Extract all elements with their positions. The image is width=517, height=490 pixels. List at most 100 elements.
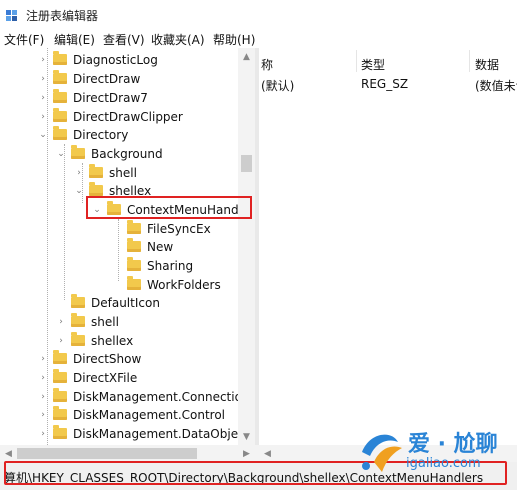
folder-icon (53, 126, 67, 140)
folder-icon (71, 332, 85, 346)
tree-node[interactable]: › DirectDraw7 (37, 88, 148, 107)
expand-chevron-icon[interactable]: › (37, 405, 49, 424)
tree-node[interactable]: › shellex (55, 331, 133, 350)
tree-node-label: shell (91, 314, 119, 329)
column-header-data[interactable]: 数据 (475, 56, 499, 73)
registry-tree[interactable]: › DiagnosticLog › DirectDraw › DirectDra… (0, 48, 255, 445)
folder-icon (53, 369, 67, 383)
scroll-up-icon[interactable]: ▲ (238, 48, 255, 65)
tree-node[interactable]: › shell (73, 163, 137, 182)
tree-node[interactable]: › DirectXFile (37, 368, 137, 387)
tree-node-label: WorkFolders (147, 277, 221, 292)
tree-node-label: DirectDraw7 (73, 90, 148, 105)
expand-chevron-icon[interactable]: › (55, 331, 67, 350)
menu-edit[interactable]: 编辑(E) (54, 31, 95, 48)
tree-node[interactable]: New (111, 237, 173, 256)
scroll-right-icon[interactable]: ▶ (238, 445, 255, 462)
folder-icon (53, 406, 67, 420)
highlight-context-menu-handlers (86, 196, 252, 219)
expand-chevron-icon[interactable]: › (73, 163, 85, 182)
tree-node-label: Directory (73, 127, 129, 142)
tree-node-label: DiskManagement.Control (73, 407, 226, 422)
scroll-left-icon[interactable]: ◀ (259, 445, 276, 462)
folder-icon (53, 425, 67, 439)
collapse-chevron-icon[interactable]: ⌄ (55, 144, 67, 163)
tree-node-label: DirectShow (73, 351, 142, 366)
folder-icon (53, 51, 67, 65)
value-data: (数值未设 (475, 79, 517, 93)
folder-icon (89, 182, 103, 196)
expand-chevron-icon[interactable]: › (37, 349, 49, 368)
tree-node-label: DiskManagement.DataObject (73, 426, 250, 441)
folder-icon (53, 89, 67, 103)
tree-node-label: DiagnosticLog (73, 52, 158, 67)
tree-node[interactable]: DefaultIcon (55, 293, 160, 312)
scroll-down-icon[interactable]: ▼ (238, 428, 255, 445)
expand-chevron-icon[interactable]: › (37, 107, 49, 126)
scroll-thumb[interactable] (17, 448, 197, 459)
tree-node[interactable]: Sharing (111, 256, 193, 275)
menu-help[interactable]: 帮助(H) (213, 31, 255, 48)
expand-chevron-icon[interactable]: › (37, 88, 49, 107)
tree-node[interactable]: › shell (55, 312, 119, 331)
values-pane[interactable]: 称 类型 数据 (默认) REG_SZ (数值未设 (259, 48, 517, 445)
tree-node[interactable]: WorkFolders (111, 275, 221, 294)
column-divider[interactable] (356, 50, 357, 72)
tree-node[interactable]: › DiskManagement.Connection (37, 387, 250, 406)
value-name[interactable]: (默认) (261, 77, 294, 94)
folder-icon (127, 238, 141, 252)
column-divider[interactable] (469, 50, 470, 72)
column-header-name[interactable]: 称 (261, 56, 273, 73)
folder-icon (71, 294, 85, 308)
expand-chevron-icon[interactable]: › (37, 69, 49, 88)
expand-chevron-icon[interactable]: › (37, 387, 49, 406)
expand-chevron-icon[interactable]: › (55, 312, 67, 331)
value-type: REG_SZ (361, 77, 409, 91)
tree-node-label: New (147, 239, 174, 254)
collapse-chevron-icon[interactable]: ⌄ (73, 181, 85, 200)
tree-node-label: Sharing (147, 258, 194, 273)
tree-node-label: DefaultIcon (91, 295, 160, 310)
menu-view[interactable]: 查看(V) (103, 31, 145, 48)
scroll-left-icon[interactable]: ◀ (0, 445, 17, 462)
tree-node-label: FileSyncEx (147, 221, 211, 236)
tree-vertical-scrollbar[interactable]: ▲ ▼ (238, 48, 255, 445)
tree-node[interactable]: › DirectDraw (37, 69, 140, 88)
tree-node-background[interactable]: ⌄ Background (55, 144, 163, 163)
tree-node-label: shellex (91, 333, 134, 348)
tree-node-label: DirectDraw (73, 71, 141, 86)
expand-chevron-icon[interactable]: › (37, 50, 49, 69)
menu-bar: 文件(F) 编辑(E) 查看(V) 收藏夹(A) 帮助(H) (0, 30, 517, 48)
folder-icon (53, 108, 67, 122)
folder-icon (127, 220, 141, 234)
tree-node[interactable]: › DiskManagement.DataObject (37, 424, 249, 443)
tree-node-label: Background (91, 146, 163, 161)
folder-icon (53, 388, 67, 402)
expand-chevron-icon[interactable]: › (37, 424, 49, 443)
tree-node-label: DiskManagement.Connection (73, 389, 250, 404)
collapse-chevron-icon[interactable]: ⌄ (37, 125, 49, 144)
folder-icon (53, 70, 67, 84)
folder-icon (127, 257, 141, 271)
tree-node[interactable]: › DirectShow (37, 349, 141, 368)
regedit-icon (6, 10, 17, 21)
tree-node-directory[interactable]: ⌄ Directory (37, 125, 128, 144)
menu-file[interactable]: 文件(F) (4, 31, 44, 48)
folder-icon (71, 145, 85, 159)
tree-node[interactable]: › DirectDrawClipper (37, 107, 183, 126)
column-header-type[interactable]: 类型 (361, 56, 385, 73)
scroll-thumb[interactable] (241, 155, 252, 172)
expand-chevron-icon[interactable]: › (37, 368, 49, 387)
menu-favorites[interactable]: 收藏夹(A) (151, 31, 205, 48)
tree-guide (64, 144, 65, 300)
tree-node[interactable]: › DiagnosticLog (37, 50, 158, 69)
folder-icon (89, 164, 103, 178)
tree-node[interactable]: › DiskManagement.Control (37, 405, 225, 424)
tree-node-label: DirectXFile (73, 370, 138, 385)
tree-node[interactable]: FileSyncEx (111, 219, 211, 238)
folder-icon (53, 350, 67, 364)
